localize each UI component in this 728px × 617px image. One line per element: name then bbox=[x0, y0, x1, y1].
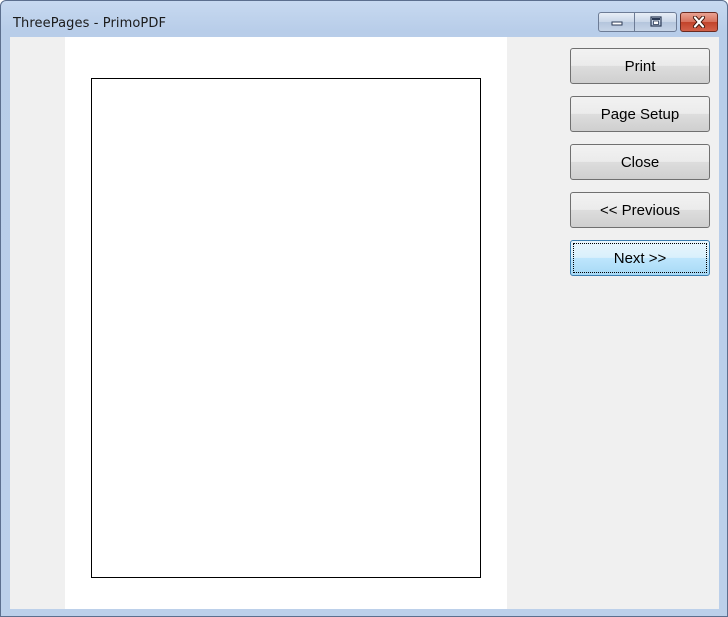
preview-page bbox=[91, 78, 481, 578]
print-button[interactable]: Print bbox=[570, 48, 710, 84]
close-window-button[interactable] bbox=[680, 12, 718, 32]
maximize-icon bbox=[649, 16, 662, 27]
title-bar[interactable]: ThreePages - PrimoPDF bbox=[1, 1, 727, 37]
window-title: ThreePages - PrimoPDF bbox=[13, 16, 167, 31]
next-button[interactable]: Next >> bbox=[570, 240, 710, 276]
maximize-button[interactable] bbox=[634, 12, 677, 32]
page-setup-button[interactable]: Page Setup bbox=[570, 96, 710, 132]
minimize-button[interactable] bbox=[598, 12, 635, 32]
client-area: Print Page Setup Close << Previous Next … bbox=[10, 37, 719, 609]
previous-button[interactable]: << Previous bbox=[570, 192, 710, 228]
print-preview-window: ThreePages - PrimoPDF Print Page Setup C… bbox=[0, 0, 728, 617]
minimize-icon bbox=[611, 21, 622, 26]
close-icon bbox=[693, 16, 705, 28]
preview-area[interactable] bbox=[65, 37, 507, 609]
close-button[interactable]: Close bbox=[570, 144, 710, 180]
